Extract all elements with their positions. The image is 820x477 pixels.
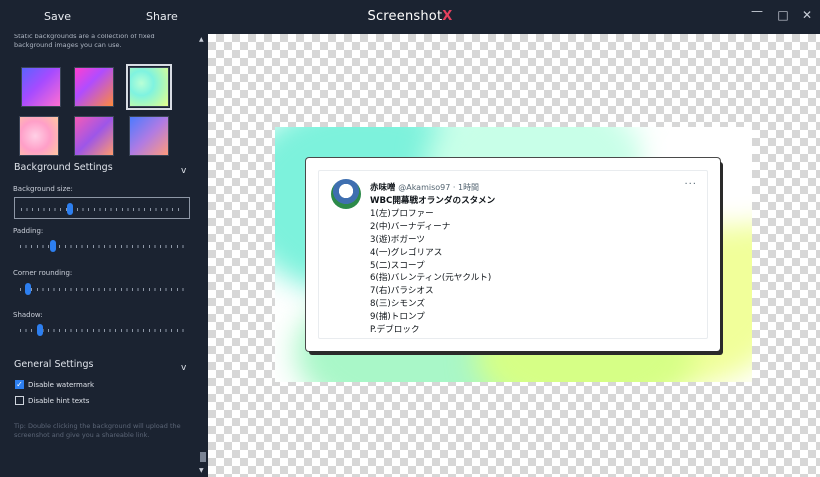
slider-handle[interactable] [36, 324, 43, 336]
title-bar: Save Share ScreenshotX — □ ✕ [0, 0, 820, 34]
background-size-label: Background size: [13, 185, 73, 193]
tweet-handle-time: @Akamiso97 · 1時間 [398, 183, 480, 192]
slider-ticks [20, 245, 184, 248]
tweet-author-name: 赤味噌 [370, 183, 396, 193]
disable-watermark-option[interactable]: ✓ Disable watermark [15, 380, 94, 389]
tweet-line: 1(左)プロファー [370, 208, 434, 219]
sidebar-scrollbar[interactable]: ▲ ▼ [198, 34, 208, 477]
tweet-body: WBC開幕戦オランダのスタメン 1(左)プロファー 2(中)バーナディーナ 3(… [370, 195, 495, 337]
screenshot-card[interactable]: 赤味噌 @Akamiso97 · 1時間 ··· WBC開幕戦オランダのスタメン… [306, 158, 720, 351]
general-settings-chevron-down-icon[interactable]: v [181, 363, 186, 373]
tweet-line: WBC開幕戦オランダのスタメン [370, 196, 496, 206]
background-swatch-6[interactable] [129, 116, 169, 156]
slider-handle[interactable] [49, 240, 56, 252]
slider-handle[interactable] [25, 283, 32, 295]
more-options-icon: ··· [684, 179, 697, 190]
general-settings-title: General Settings [14, 359, 94, 370]
shadow-label: Shadow: [13, 311, 43, 319]
scrollbar-thumb[interactable] [200, 452, 206, 462]
app-title-text: Screenshot [367, 9, 443, 24]
background-settings-title: Background Settings [14, 162, 113, 173]
background-settings-chevron-down-icon[interactable]: v [181, 166, 186, 176]
background-size-slider[interactable] [14, 197, 190, 219]
tweet-line: 6(指)バレンティン(元ヤクルト) [370, 273, 492, 284]
corner-rounding-slider[interactable] [14, 278, 190, 300]
scroll-down-arrow-icon[interactable]: ▼ [199, 467, 204, 474]
corner-rounding-label: Corner rounding: [13, 269, 73, 277]
tweet-line: 8(三)シモンズ [370, 299, 425, 310]
slider-ticks [20, 288, 184, 291]
tweet-header: 赤味噌 @Akamiso97 · 1時間 [370, 181, 479, 193]
tweet-line: 9(捕)トロンプ [370, 312, 425, 323]
minimize-icon[interactable]: — [749, 4, 765, 18]
background-swatch-5[interactable] [74, 116, 114, 156]
padding-label: Padding: [13, 227, 44, 235]
hint-tip-text: Tip: Double clicking the background will… [14, 422, 181, 439]
background-swatch-3-selected[interactable] [126, 64, 172, 110]
tweet-embed: 赤味噌 @Akamiso97 · 1時間 ··· WBC開幕戦オランダのスタメン… [318, 170, 708, 339]
scroll-up-arrow-icon[interactable]: ▲ [199, 36, 204, 43]
disable-hint-texts-label: Disable hint texts [28, 396, 90, 405]
disable-hint-texts-option[interactable]: Disable hint texts [15, 396, 89, 405]
app-title: ScreenshotX [0, 9, 820, 24]
disable-hint-texts-checkbox[interactable] [15, 396, 24, 405]
padding-slider[interactable] [14, 235, 190, 257]
slider-ticks [20, 329, 184, 332]
tweet-line: P.デブロック [370, 325, 420, 336]
background-swatch-1[interactable] [21, 67, 61, 107]
tweet-line: 2(中)バーナディーナ [370, 221, 451, 232]
app-logo-x-icon: X [442, 9, 453, 24]
background-swatch-4[interactable] [19, 116, 59, 156]
disable-watermark-checkbox[interactable]: ✓ [15, 380, 24, 389]
tweet-line: 4(一)グレゴリアス [370, 247, 443, 258]
slider-ticks [21, 208, 183, 211]
shadow-slider[interactable] [14, 319, 190, 341]
tweet-line: 3(遊)ボガーツ [370, 234, 425, 245]
avatar [331, 179, 361, 209]
background-swatch-2[interactable] [74, 67, 114, 107]
tweet-line: 5(二)スコープ [370, 260, 425, 271]
slider-handle[interactable] [66, 203, 73, 215]
close-icon[interactable]: ✕ [799, 8, 815, 22]
tweet-line: 7(右)パラシオス [370, 286, 434, 297]
settings-sidebar: Static backgrounds are a collection of f… [0, 34, 198, 477]
disable-watermark-label: Disable watermark [28, 380, 95, 389]
static-backgrounds-note: Static backgrounds are a collection of f… [14, 34, 155, 49]
maximize-icon[interactable]: □ [775, 8, 791, 22]
